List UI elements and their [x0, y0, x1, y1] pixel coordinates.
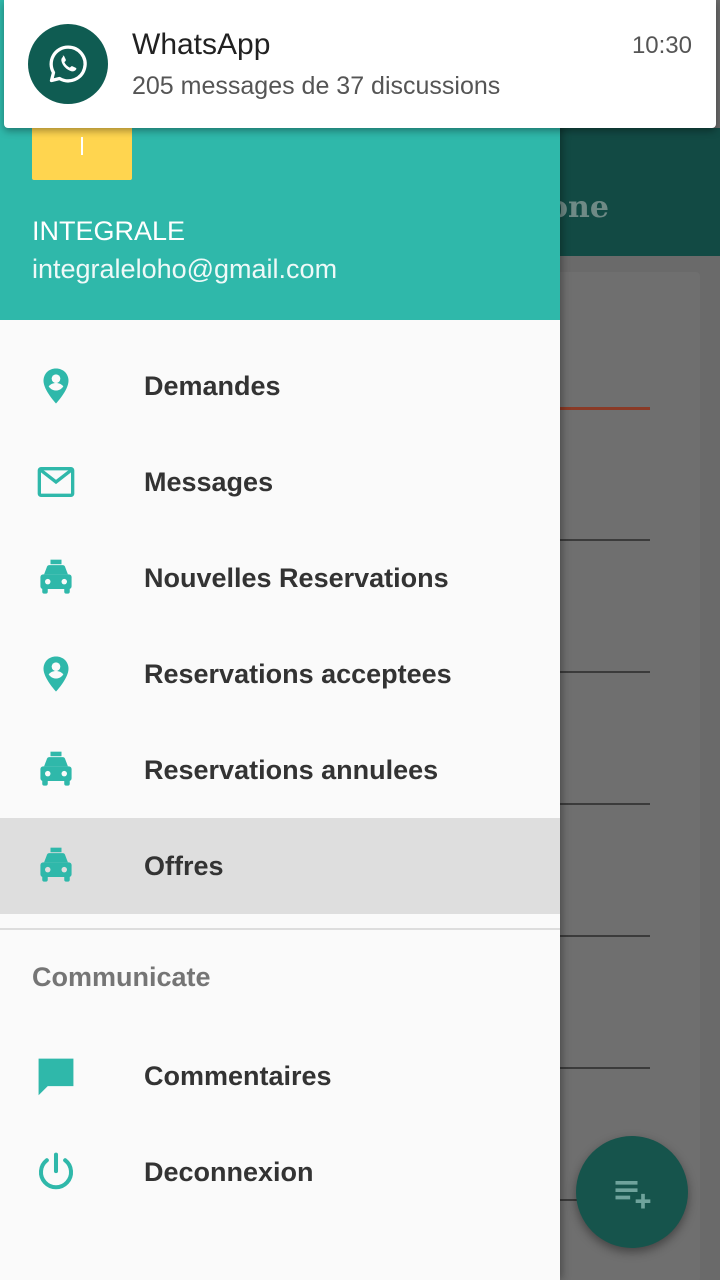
background-field-underline — [560, 539, 650, 541]
location-pin-icon — [32, 650, 80, 698]
menu-item-demandes[interactable]: Demandes — [0, 338, 560, 434]
add-fab-button[interactable] — [576, 1136, 688, 1248]
menu-item-label: Nouvelles Reservations — [144, 562, 449, 593]
background-card — [540, 272, 700, 1280]
background-field-underline — [560, 803, 650, 805]
menu-divider — [0, 928, 560, 930]
menu-item-reservations-acceptees[interactable]: Reservations acceptees — [0, 626, 560, 722]
whatsapp-icon — [28, 24, 108, 104]
navigation-drawer: INTEGRALE integraleloho@gmail.com Demand… — [0, 0, 560, 1280]
background-field-underline — [560, 671, 650, 673]
menu-item-label: Demandes — [144, 370, 281, 401]
mail-icon — [32, 458, 80, 506]
menu-item-label: Messages — [144, 466, 274, 497]
taxi-icon — [32, 842, 80, 890]
comment-icon — [32, 1052, 80, 1100]
playlist-add-icon — [615, 1181, 651, 1209]
background-field-underline — [560, 1067, 650, 1069]
notification-time: 10:30 — [631, 32, 692, 59]
location-pin-icon — [32, 362, 80, 410]
power-icon — [32, 1148, 80, 1196]
background-field-underline — [560, 935, 650, 937]
avatar-mark — [81, 137, 83, 155]
taxi-icon — [32, 554, 80, 602]
menu-item-reservations-annulees[interactable]: Reservations annulees — [0, 722, 560, 818]
menu-item-label: Reservations annulees — [144, 754, 439, 785]
menu-item-nouvelles-reservations[interactable]: Nouvelles Reservations — [0, 530, 560, 626]
taxi-icon — [32, 746, 80, 794]
menu-item-offres[interactable]: Offres — [0, 818, 560, 914]
menu-item-commentaires[interactable]: Commentaires — [0, 1028, 560, 1124]
whatsapp-notification[interactable]: WhatsApp 205 messages de 37 discussions … — [4, 0, 716, 128]
section-title-communicate: Communicate — [32, 962, 211, 992]
menu-item-label: Reservations acceptees — [144, 658, 452, 689]
user-email: integraleloho@gmail.com — [32, 254, 338, 284]
menu-item-label: Commentaires — [144, 1060, 332, 1091]
user-name: INTEGRALE — [32, 216, 186, 246]
menu-item-label: Offres — [144, 850, 224, 881]
menu-item-messages[interactable]: Messages — [0, 434, 560, 530]
background-field-underline — [560, 407, 650, 410]
menu-item-label: Deconnexion — [144, 1156, 314, 1187]
notification-text: 205 messages de 37 discussions — [132, 72, 501, 100]
notification-title: WhatsApp — [132, 28, 271, 61]
menu-item-deconnexion[interactable]: Deconnexion — [0, 1124, 560, 1220]
